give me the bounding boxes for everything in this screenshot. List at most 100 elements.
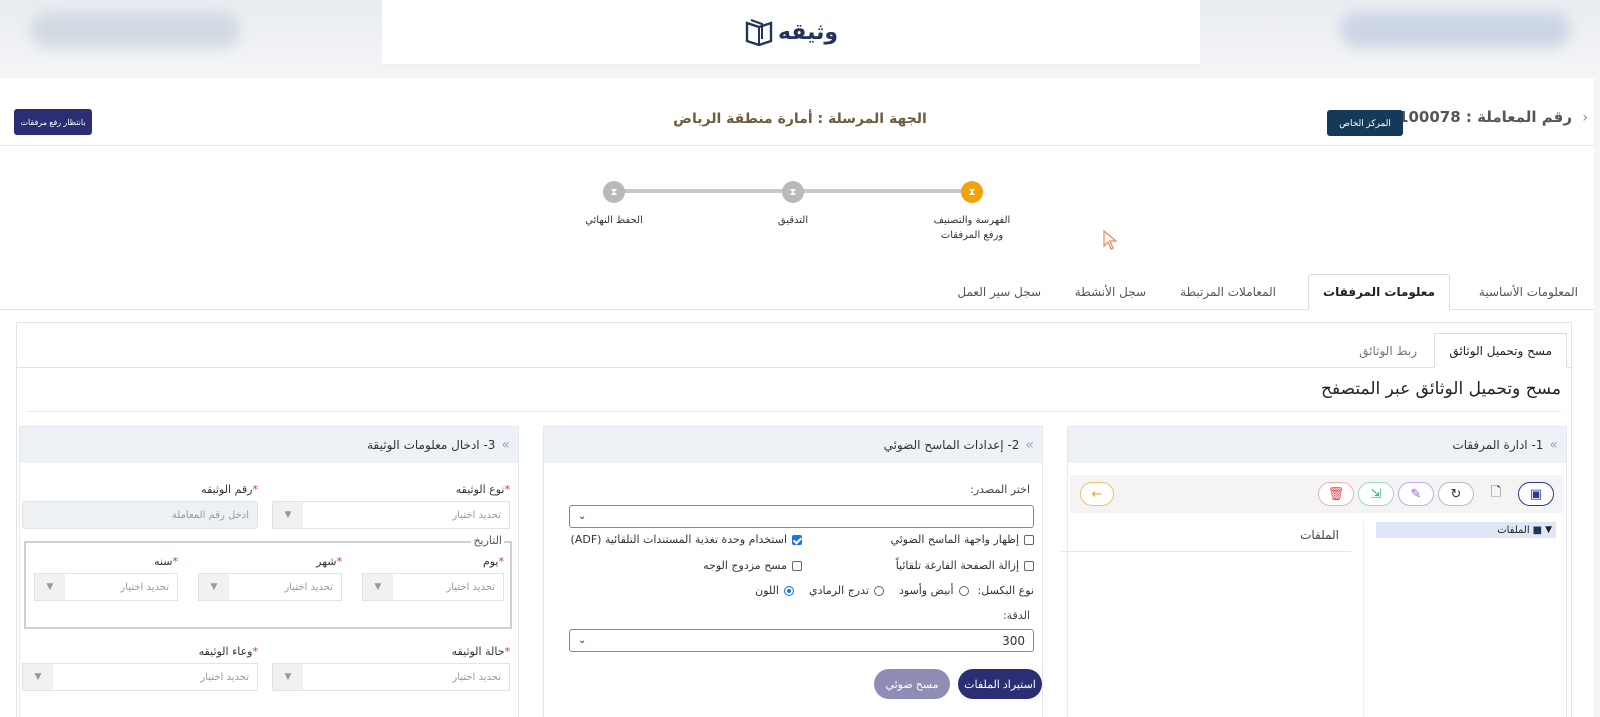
month-select[interactable]: تحديد اختيار ▼ [198,573,342,601]
checkbox[interactable] [792,560,802,571]
page-scrollbar[interactable] [1594,78,1600,717]
checkbox[interactable] [1024,534,1034,545]
double-chevron-icon[interactable]: » [1549,437,1557,453]
panel-header: » 3- ادخال معلومات الوثيقة [20,427,518,463]
radio-bw[interactable] [958,585,969,596]
option-remove-blank[interactable]: إزالة الصفحة الفارغة تلقائياً [896,559,1034,572]
checkbox-checked[interactable] [792,534,802,545]
main-tabs: المعلومات الأساسية معلومات المرفقات المع… [0,274,1600,310]
mouse-cursor-icon [1103,230,1117,250]
import-files-button[interactable]: استيراد الملفات [958,669,1042,699]
caret-down-icon[interactable]: ▼ [1545,525,1552,535]
resolution-label: الدقة: [1002,609,1030,622]
tab-scan-upload[interactable]: مسح وتحميل الوثائق [1434,333,1567,368]
blur-blob [30,12,240,48]
scanner-settings-panel: » 2- إعدادات الماسح الضوئي اختر المصدر: … [543,426,1043,717]
book-logo-icon [745,19,773,47]
move-file-icon[interactable]: ⇲ [1358,482,1394,506]
day-label: *يوم [482,555,504,568]
hourglass-icon: ⧗ [961,181,983,203]
option-use-adf[interactable]: استخدام وحدة تغذية المستندات التلقائية (… [571,533,802,546]
caret-down-icon: ▼ [199,574,229,600]
blur-blob [1340,12,1570,48]
folder-tree: ▼ ■ الملفات [1376,522,1556,538]
option-duplex[interactable]: مسح مزدوج الوجه [703,559,802,572]
refresh-icon[interactable]: ↻ [1438,482,1474,506]
month-label: *شهر [316,555,342,568]
folder-icon: ■ [1532,524,1543,536]
scan-button[interactable]: مسح ضوئي [874,669,950,699]
resolution-select[interactable]: 300 ⌄ [569,629,1034,652]
attachments-management-panel: » 1- ادارة المرفقات ▣ 🗋 ↻ ✎ ⇲ 🗑 ← ▼ ■ ال… [1061,426,1567,717]
option-show-ui[interactable]: إظهار واجهة الماسح الضوئي [891,533,1034,546]
logo-bar: وثيقه [382,0,1200,65]
double-chevron-icon[interactable]: » [1025,437,1033,453]
hourglass-icon: ⧗ [603,181,625,203]
year-select[interactable]: تحديد اختيار ▼ [34,573,178,601]
doc-container-select[interactable]: تحديد اختيار ▼ [22,663,258,691]
divider [1363,522,1364,717]
add-folder-icon[interactable]: ▣ [1518,482,1554,506]
divider [27,411,1561,412]
section-title: مسح وتحميل الوثائق عبر المتصفح [1321,379,1561,399]
main-app: ‹ رقم المعاملة : 1/1100078 المركز الخاص … [0,78,1600,717]
edit-pencil-icon[interactable]: ✎ [1398,482,1434,506]
doc-number-input[interactable]: ادخل رقم المعاملة [22,501,258,529]
caret-down-icon: ▼ [273,664,303,690]
checkbox[interactable] [1024,560,1034,571]
step-label-final-save: الحفظ النهائي [585,215,643,226]
awaiting-attachments-button[interactable]: بانتظار رفع مرفقات [14,109,92,135]
doc-container-label: *وعاء الوثيقه [198,645,258,658]
tab-activity-log[interactable]: سجل الأنشطة [1061,274,1160,310]
hourglass-icon: ⧗ [782,181,804,203]
day-select[interactable]: تحديد اختيار ▼ [362,573,504,601]
attachments-card: مسح وتحميل الوثائق ربط الوثائق مسح وتحمي… [16,322,1572,717]
chevron-down-icon: ⌄ [578,511,587,522]
pixel-type-label: نوع البكسل: [977,584,1034,597]
caret-down-icon: ▼ [363,574,393,600]
file-settings-icon[interactable]: 🗋 [1478,482,1514,506]
document-info-panel: » 3- ادخال معلومات الوثيقة *نوع الوثيقه … [19,426,519,717]
blurred-backdrop-right [1200,0,1600,78]
tab-link-documents[interactable]: ربط الوثائق [1345,333,1431,368]
app-logo[interactable]: وثيقه [744,17,838,47]
blurred-backdrop-left [0,0,382,78]
panel-title: 3- ادخال معلومات الوثيقة [367,438,496,452]
panel-title: 2- إعدادات الماسح الضوئي [883,438,1020,452]
radio-grayscale[interactable] [873,585,884,596]
pixel-type-row: نوع البكسل: أبيض وأسود تدرج الرمادي اللو… [755,584,1034,597]
step-label-indexing: الفهرسة والتصنيف ورفع المرفقات [933,215,1011,241]
workflow-stepper: ⧗ الفهرسة والتصنيف ورفع المرفقات ⧗ التدق… [0,181,1600,253]
date-fieldset: التاريخ *يوم تحديد اختيار ▼ *شهر تحديد ا… [24,534,512,629]
radio-color[interactable] [783,585,794,596]
sub-tabs: مسح وتحميل الوثائق ربط الوثائق [17,333,1571,368]
step-label-review: التدقيق [777,215,809,226]
tree-node-root[interactable]: ▼ ■ الملفات [1376,522,1556,538]
panel-header: » 1- ادارة المرفقات [1068,427,1566,463]
chevron-down-icon: ⌄ [578,635,587,646]
files-toolbar: ▣ 🗋 ↻ ✎ ⇲ 🗑 ← [1070,475,1564,513]
panel-title: 1- ادارة المرفقات [1452,438,1544,452]
arrow-left-icon[interactable]: ← [1080,482,1114,506]
files-list-header: الملفات [1061,522,1351,552]
source-select[interactable]: ⌄ [569,505,1034,528]
caret-down-icon: ▼ [273,502,303,528]
tab-workflow-log[interactable]: سجل سير العمل [943,274,1055,310]
doc-status-label: *حالة الوثيقه [451,645,510,658]
trash-icon[interactable]: 🗑 [1318,482,1354,506]
double-chevron-icon[interactable]: » [501,437,509,453]
tab-linked-transactions[interactable]: المعاملات المرتبطة [1166,274,1290,310]
panel-header: » 2- إعدادات الماسح الضوئي [544,427,1042,463]
selected-resolution: 300 [1002,633,1025,648]
caret-down-icon: ▼ [35,574,65,600]
tab-attachments-info[interactable]: معلومات المرفقات [1308,274,1450,310]
doc-type-select[interactable]: تحديد اختيار ▼ [272,501,510,529]
tab-basic-info[interactable]: المعلومات الأساسية [1465,274,1592,310]
logo-text: وثيقه [777,19,839,45]
doc-type-label: *نوع الوثيقه [455,483,510,496]
year-label: *سنه [154,555,178,568]
doc-status-select[interactable]: تحديد اختيار ▼ [272,663,510,691]
sender-entity: الجهة المرسلة : أمارة منطقة الرياض [673,111,927,127]
date-legend: التاريخ [471,534,504,547]
transaction-header: ‹ رقم المعاملة : 1/1100078 المركز الخاص … [0,78,1600,146]
